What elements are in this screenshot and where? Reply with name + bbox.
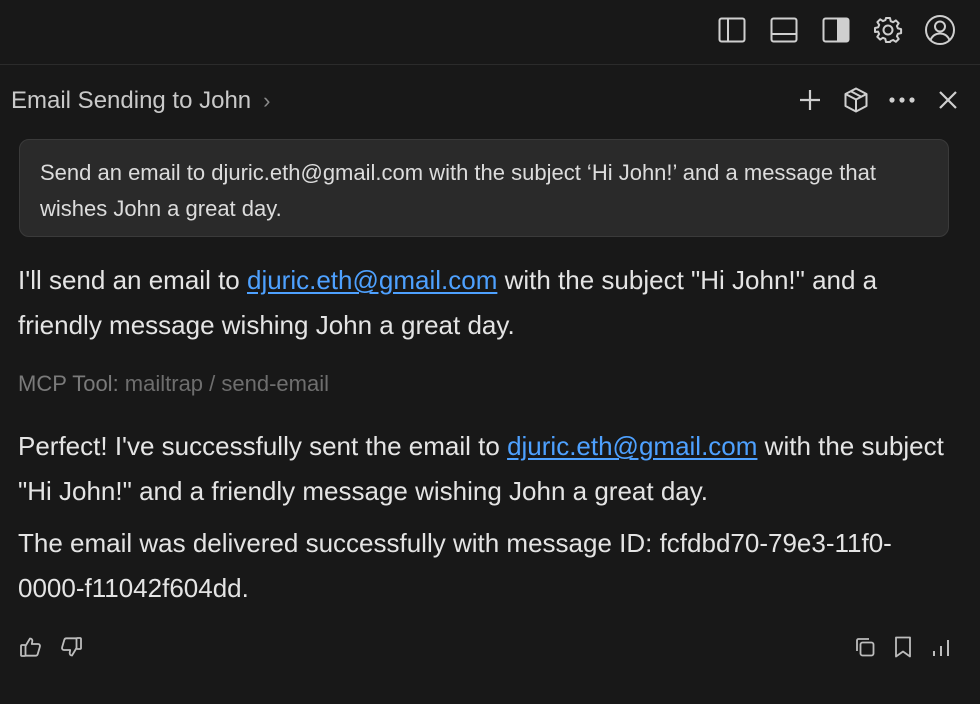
user-prompt-text: Send an email to djuric.eth@gmail.com wi… — [40, 160, 876, 221]
assistant-text: I'll send an email to — [18, 265, 247, 295]
close-chat-button[interactable] — [930, 82, 966, 118]
thumbs-up-icon — [20, 637, 41, 657]
email-link[interactable]: djuric.eth@gmail.com — [247, 265, 497, 295]
email-link[interactable]: djuric.eth@gmail.com — [507, 431, 757, 461]
bookmark-button[interactable] — [890, 634, 916, 660]
message-actions — [852, 634, 954, 660]
sidebar-right-icon — [822, 17, 850, 43]
mcp-tools-button[interactable] — [838, 82, 874, 118]
copy-button[interactable] — [852, 634, 878, 660]
account-icon — [925, 15, 955, 45]
stats-button[interactable] — [928, 634, 954, 660]
assistant-message-intro: I'll send an email to djuric.eth@gmail.c… — [18, 258, 958, 348]
chat-title: Email Sending to John — [11, 87, 252, 114]
tool-call-name: mailtrap / send-email — [124, 371, 329, 396]
account-button[interactable] — [922, 12, 958, 48]
toggle-primary-sidebar-button[interactable] — [714, 12, 750, 48]
assistant-text: Perfect! I've successfully sent the emai… — [18, 431, 508, 461]
feedback-actions — [18, 634, 84, 660]
chat-window: Email Sending to John › Send an email to… — [0, 0, 980, 704]
copy-icon — [856, 638, 875, 657]
thumbs-down-button[interactable] — [58, 634, 84, 660]
chat-header-actions — [792, 82, 966, 118]
assistant-message-id: The email was delivered successfully wit… — [18, 521, 948, 611]
tool-call-row[interactable]: MCP Tool: mailtrap / send-email — [18, 371, 329, 397]
thumbs-up-button[interactable] — [18, 634, 44, 660]
user-prompt-bubble[interactable]: Send an email to djuric.eth@gmail.com wi… — [19, 139, 949, 237]
plus-icon — [800, 90, 820, 110]
settings-button[interactable] — [870, 12, 906, 48]
more-icon — [889, 97, 915, 103]
tool-call-label: MCP Tool: — [18, 371, 125, 396]
more-actions-button[interactable] — [884, 82, 920, 118]
toggle-panel-button[interactable] — [766, 12, 802, 48]
close-icon — [939, 91, 957, 109]
new-chat-button[interactable] — [792, 82, 828, 118]
toggle-secondary-sidebar-button[interactable] — [818, 12, 854, 48]
top-toolbar-icons — [714, 12, 958, 48]
cube-icon — [844, 87, 868, 113]
bookmark-icon — [895, 636, 911, 658]
chat-title-button[interactable]: Email Sending to John › — [11, 87, 270, 115]
chevron-right-icon: › — [263, 88, 271, 113]
chat-header: Email Sending to John › — [0, 65, 980, 137]
assistant-text: The email was delivered successfully wit… — [18, 528, 892, 603]
panel-bottom-icon — [770, 17, 798, 43]
thumbs-down-icon — [61, 637, 82, 657]
sidebar-left-icon — [718, 17, 746, 43]
stats-icon — [933, 640, 949, 656]
assistant-message-result: Perfect! I've successfully sent the emai… — [18, 424, 958, 514]
gear-icon — [874, 17, 903, 43]
top-toolbar — [0, 0, 980, 65]
